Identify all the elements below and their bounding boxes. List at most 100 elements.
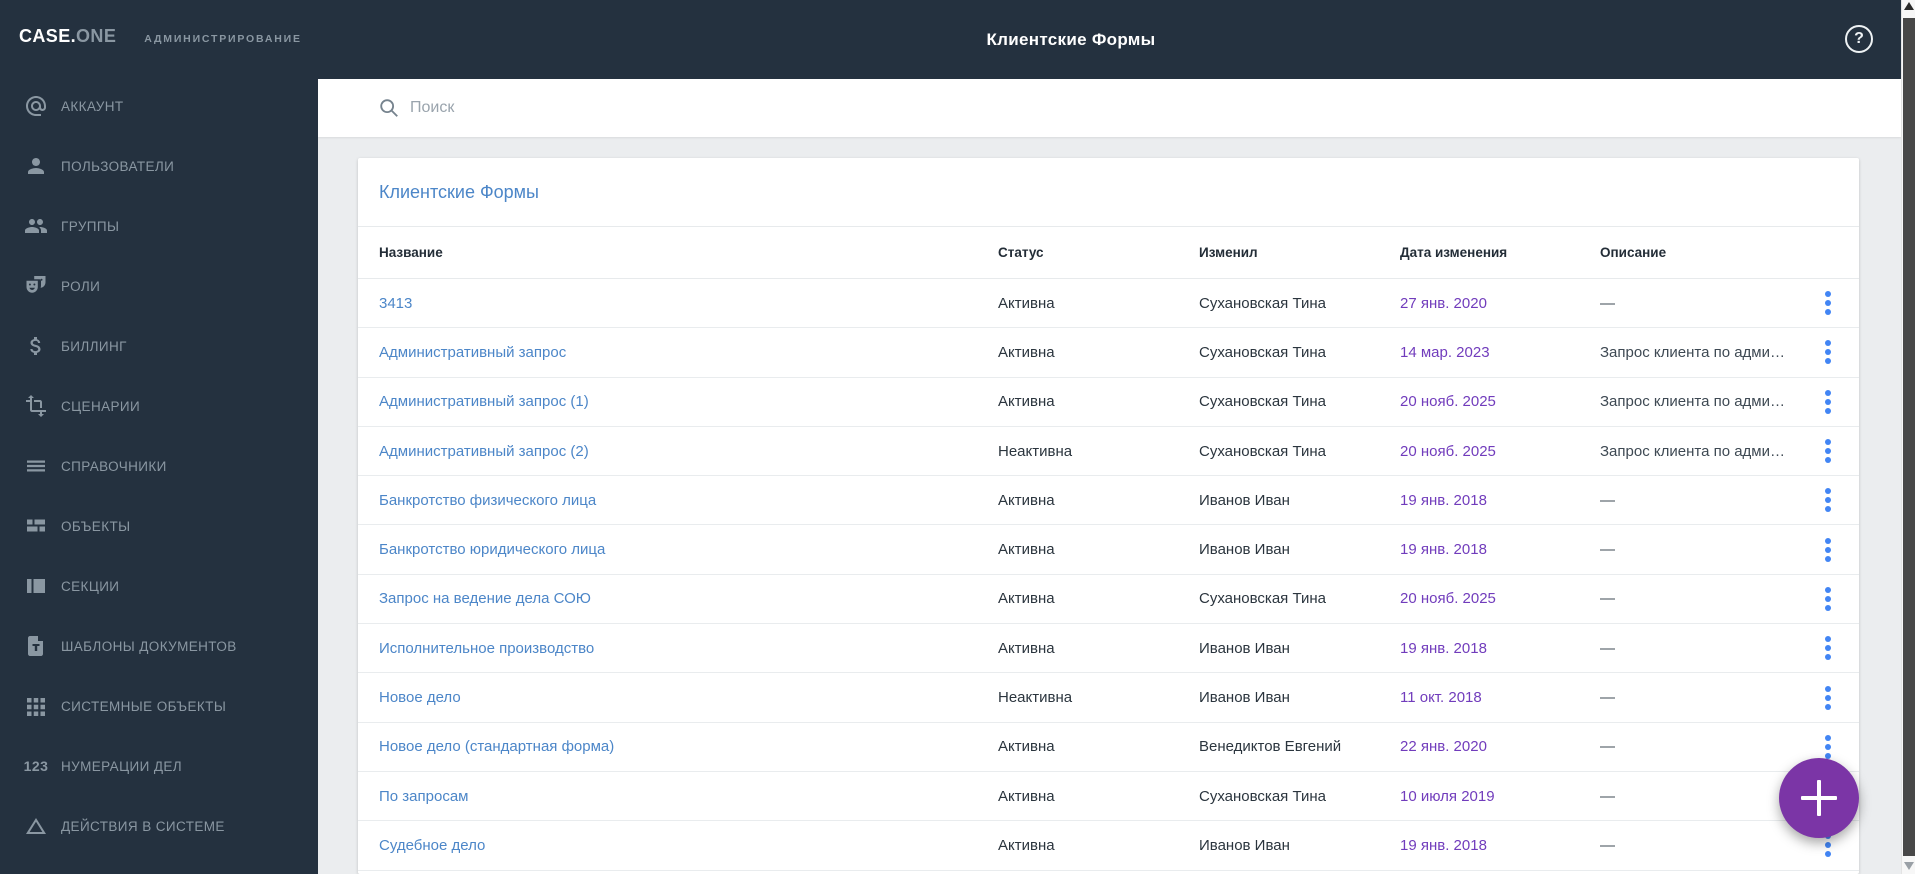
sidebar-item-label: СПРАВОЧНИКИ <box>61 458 167 474</box>
status-cell: Активна <box>998 393 1055 411</box>
client-forms-card: Клиентские Формы Название Статус Изменил… <box>358 158 1859 874</box>
add-form-button[interactable] <box>1779 758 1859 838</box>
form-name-link[interactable]: Запрос на ведение дела СОЮ <box>379 590 591 607</box>
row-actions-menu-icon[interactable] <box>1821 534 1835 566</box>
table-row: Банкротство юридического лица Активна Ив… <box>358 525 1859 575</box>
status-cell: Активна <box>998 836 1055 854</box>
table-body: 3413 Активна Сухановская Тина 27 янв. 20… <box>358 279 1859 871</box>
status-cell: Неактивна <box>998 689 1073 707</box>
sidebar-item-case-numbering[interactable]: 123 НУМЕРАЦИИ ДЕЛ <box>0 736 318 796</box>
vertical-scrollbar[interactable] <box>1901 0 1915 874</box>
modified-by-cell: Венедиктов Евгений <box>1199 738 1342 756</box>
modified-date-cell: 27 янв. 2020 <box>1400 294 1487 312</box>
modified-date-cell: 11 окт. 2018 <box>1400 689 1482 707</box>
sidebar-item-users[interactable]: ПОЛЬЗОВАТЕЛИ <box>0 136 318 196</box>
table-row: 3413 Активна Сухановская Тина 27 янв. 20… <box>358 279 1859 329</box>
menu-lines-icon <box>23 453 49 479</box>
row-actions-menu-icon[interactable] <box>1821 386 1835 418</box>
form-name-link[interactable]: Банкротство юридического лица <box>379 541 605 558</box>
form-name-link[interactable]: Новое дело (стандартная форма) <box>379 738 614 755</box>
form-name-link[interactable]: Административный запрос (1) <box>379 393 589 410</box>
form-name-link[interactable]: Исполнительное производство <box>379 640 594 657</box>
table-row: Банкротство физического лица Активна Ива… <box>358 476 1859 526</box>
sidebar-item-label: СИСТЕМНЫЕ ОБЪЕКТЫ <box>61 698 227 714</box>
modified-by-cell: Сухановская Тина <box>1199 442 1326 460</box>
search-input[interactable] <box>318 79 1901 137</box>
column-header-status: Статус <box>998 245 1044 260</box>
modified-by-cell: Иванов Иван <box>1199 491 1290 509</box>
dollar-icon <box>23 333 49 359</box>
sidebar-item-label: СЦЕНАРИИ <box>61 398 141 414</box>
form-name-link[interactable]: Административный запрос <box>379 344 566 361</box>
sidebar-item-roles[interactable]: РОЛИ <box>0 256 318 316</box>
sidebar-item-label: ШАБЛОНЫ ДОКУМЕНТОВ <box>61 638 237 654</box>
form-name-link[interactable]: Банкротство физического лица <box>379 492 596 509</box>
help-icon[interactable]: ? <box>1845 25 1873 53</box>
sidebar-item-label: СЕКЦИИ <box>61 578 120 594</box>
dashboard-icon <box>23 513 49 539</box>
form-name-link[interactable]: 3413 <box>379 295 412 312</box>
column-header-modified-by: Изменил <box>1199 245 1258 260</box>
sidebar-item-sections[interactable]: СЕКЦИИ <box>0 556 318 616</box>
row-actions-menu-icon[interactable] <box>1821 682 1835 714</box>
description-cell: — <box>1600 590 1615 608</box>
sidebar-item-label: ПОЛЬЗОВАТЕЛИ <box>61 158 175 174</box>
sidebar-item-objects[interactable]: ОБЪЕКТЫ <box>0 496 318 556</box>
modified-date-cell: 20 нояб. 2025 <box>1400 393 1496 411</box>
table-row: По запросам Активна Сухановская Тина 10 … <box>358 772 1859 822</box>
triangle-icon <box>23 813 49 839</box>
sidebar-item-scenarios[interactable]: СЦЕНАРИИ <box>0 376 318 436</box>
sidebar-item-label: БИЛЛИНГ <box>61 338 127 354</box>
brand-name: CASE.ONE <box>19 26 117 46</box>
form-name-link[interactable]: Новое дело <box>379 689 461 706</box>
sidebar-item-account[interactable]: АККАУНТ <box>0 76 318 136</box>
modified-date-cell: 22 янв. 2020 <box>1400 738 1487 756</box>
sidebar-item-system-objects[interactable]: СИСТЕМНЫЕ ОБЪЕКТЫ <box>0 676 318 736</box>
search-bar <box>318 79 1901 137</box>
status-cell: Активна <box>998 738 1055 756</box>
status-cell: Неактивна <box>998 442 1073 460</box>
form-name-link[interactable]: Административный запрос (2) <box>379 443 589 460</box>
table-row: Судебное дело Активна Иванов Иван 19 янв… <box>358 821 1859 871</box>
modified-date-cell: 14 мар. 2023 <box>1400 343 1490 361</box>
modified-date-cell: 19 янв. 2018 <box>1400 639 1487 657</box>
modified-date-cell: 20 нояб. 2025 <box>1400 442 1496 460</box>
form-name-link[interactable]: По запросам <box>379 788 468 805</box>
sidebar-item-system-actions[interactable]: ДЕЙСТВИЯ В СИСТЕМЕ <box>0 796 318 856</box>
grid-icon <box>23 693 49 719</box>
table-row: Новое дело Неактивна Иванов Иван 11 окт.… <box>358 673 1859 723</box>
sidebar: CASE.ONE АДМИНИСТРИРОВАНИЕ АККАУНТ ПОЛЬЗО… <box>0 0 318 874</box>
row-actions-menu-icon[interactable] <box>1821 632 1835 664</box>
sidebar-item-directories[interactable]: СПРАВОЧНИКИ <box>0 436 318 496</box>
modified-by-cell: Иванов Иван <box>1199 639 1290 657</box>
row-actions-menu-icon[interactable] <box>1821 336 1835 368</box>
modified-by-cell: Иванов Иван <box>1199 689 1290 707</box>
scroll-down-arrow-icon[interactable] <box>1904 862 1914 870</box>
sidebar-nav: АККАУНТ ПОЛЬЗОВАТЕЛИ ГРУППЫ РОЛИ БИЛЛИНГ <box>0 76 318 856</box>
sidebar-item-document-templates[interactable]: ШАБЛОНЫ ДОКУМЕНТОВ <box>0 616 318 676</box>
row-actions-menu-icon[interactable] <box>1821 583 1835 615</box>
status-cell: Активна <box>998 639 1055 657</box>
sidebar-layout-icon <box>23 573 49 599</box>
modified-by-cell: Иванов Иван <box>1199 836 1290 854</box>
masks-icon <box>23 273 49 299</box>
description-cell: Запрос клиента по адми… <box>1600 393 1785 411</box>
sidebar-item-billing[interactable]: БИЛЛИНГ <box>0 316 318 376</box>
admin-subtitle: АДМИНИСТРИРОВАНИЕ <box>144 33 302 45</box>
modified-by-cell: Сухановская Тина <box>1199 590 1326 608</box>
table-row: Административный запрос (1) Активна Суха… <box>358 378 1859 427</box>
sidebar-item-groups[interactable]: ГРУППЫ <box>0 196 318 256</box>
scroll-up-arrow-icon[interactable] <box>1904 2 1914 10</box>
row-actions-menu-icon[interactable] <box>1821 435 1835 467</box>
sidebar-item-label: ДЕЙСТВИЯ В СИСТЕМЕ <box>61 818 225 834</box>
scrollbar-thumb[interactable] <box>1903 18 1915 856</box>
description-cell: — <box>1600 294 1615 312</box>
description-cell: Запрос клиента по адми… <box>1600 442 1785 460</box>
form-name-link[interactable]: Судебное дело <box>379 837 485 854</box>
sidebar-item-label: ГРУППЫ <box>61 218 120 234</box>
sidebar-item-label: РОЛИ <box>61 278 101 294</box>
row-actions-menu-icon[interactable] <box>1821 484 1835 516</box>
row-actions-menu-icon[interactable] <box>1821 287 1835 319</box>
modified-by-cell: Сухановская Тина <box>1199 393 1326 411</box>
status-cell: Активна <box>998 343 1055 361</box>
